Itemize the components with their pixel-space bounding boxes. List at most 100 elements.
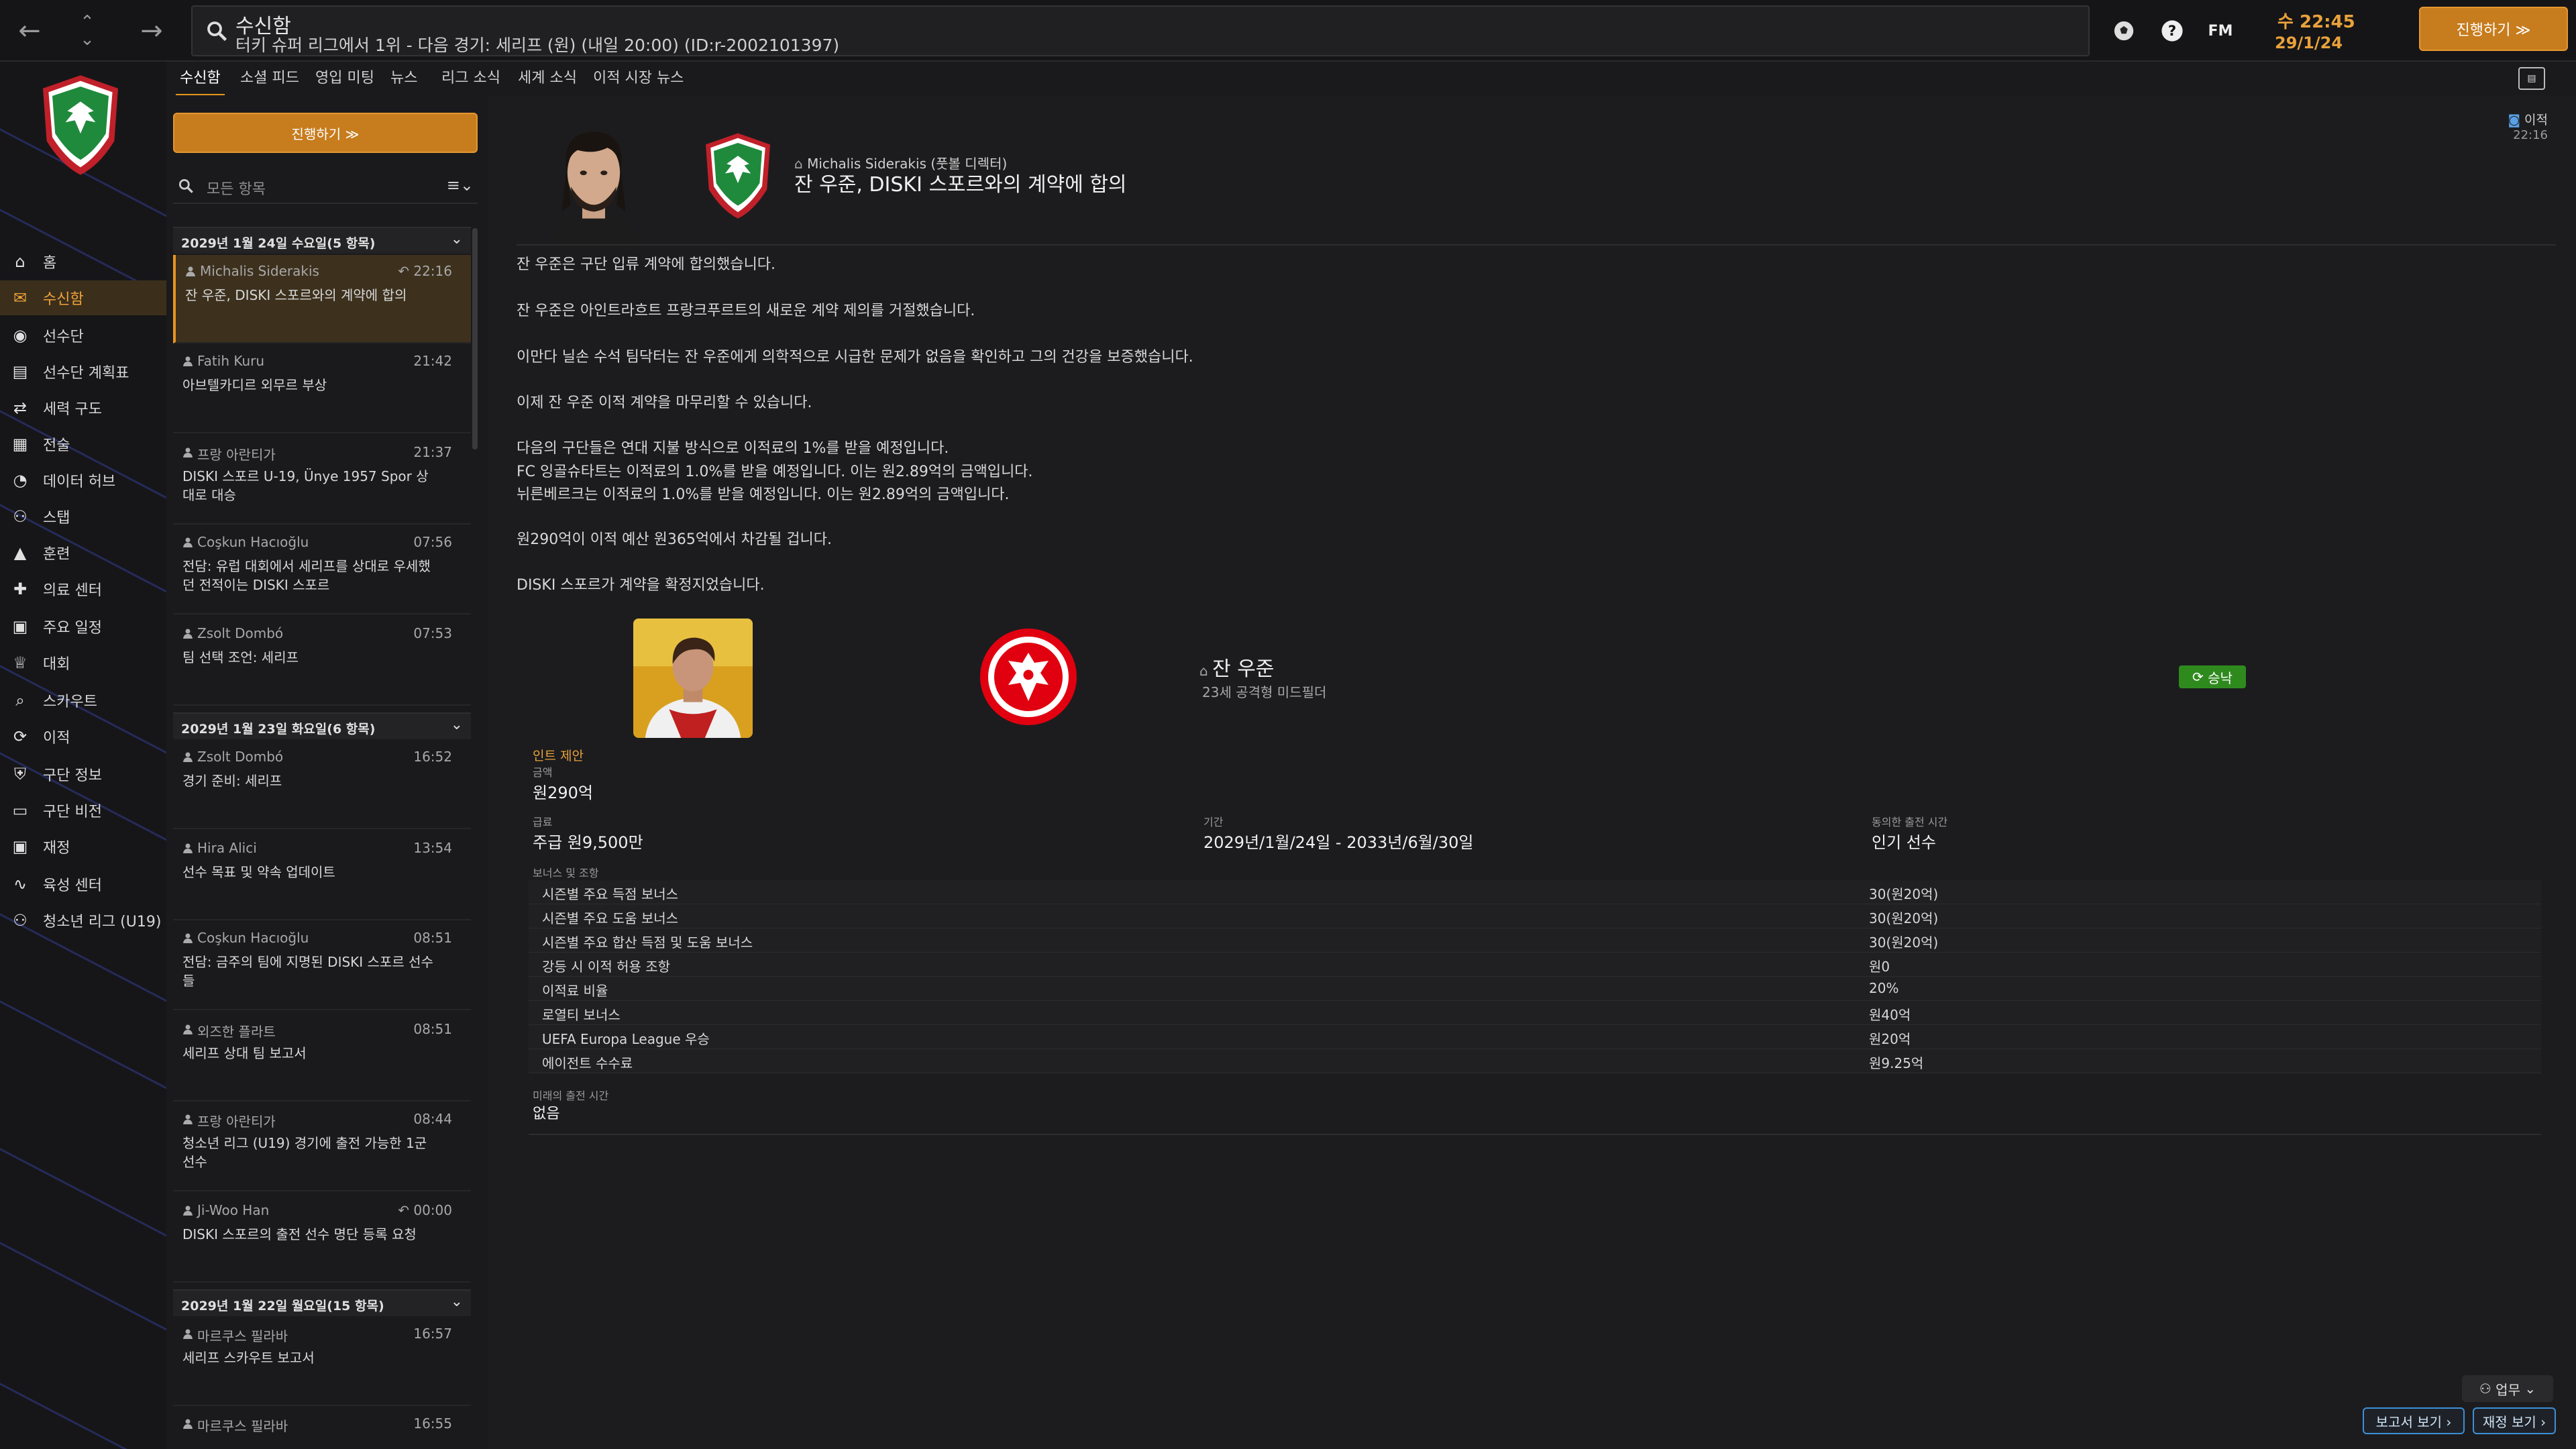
sidebar-item-staff[interactable]: ⚇ 스탭 <box>0 499 166 534</box>
calendar-icon: ▣ <box>12 617 28 636</box>
sidebar-item-label: 의료 센터 <box>43 582 102 599</box>
inbox-message-item[interactable]: Hira Alici 13:54 선수 목표 및 약속 업데이트 <box>173 832 471 920</box>
date-group-header[interactable]: 2029년 1월 22일 월요일(15 항목) ⌄ <box>173 1289 471 1316</box>
sidebar-item-home[interactable]: ⌂ 홈 <box>0 244 166 279</box>
message-sender: Hira Alici <box>197 840 257 856</box>
breadcrumb-search[interactable]: 수신함 터키 슈퍼 리그에서 1위 - 다음 경기: 세리프 (원) (내일 2… <box>191 5 2090 56</box>
history-dropdown-icon[interactable]: ⌃ ⌄ <box>67 0 107 62</box>
inbox-message-item[interactable]: 외즈한 플라트 08:51 세리프 상대 팀 보고서 <box>173 1013 471 1102</box>
club-crest-small-logo <box>706 133 770 219</box>
sidebar-item-club-vision[interactable]: ▭ 구단 비전 <box>0 793 166 828</box>
bonus-section-label: 보너스 및 조항 <box>533 867 599 879</box>
message-subject: 경기 준비: 세리프 <box>182 773 282 789</box>
inbox-message-item[interactable]: Zsolt Dombó 16:52 경기 준비: 세리프 <box>173 741 471 829</box>
player-name[interactable]: ⌂ 잔 우준 <box>1199 652 1274 682</box>
divider <box>517 244 2556 246</box>
category-label: 이적 <box>2524 113 2548 127</box>
tab-world-news[interactable]: 세계 소식 <box>518 66 577 93</box>
ball-icon[interactable] <box>2108 15 2140 47</box>
tab-news[interactable]: 뉴스 <box>390 66 417 93</box>
tab-inbox[interactable]: 수신함 <box>176 66 225 97</box>
date-group-header[interactable]: 2029년 1월 23일 화요일(6 항목) ⌄ <box>173 712 471 739</box>
bonus-value: 30(원20억) <box>1869 886 1939 902</box>
refresh-icon: ⟳ <box>2192 669 2208 685</box>
view-report-button[interactable]: 보고서 보기 › <box>2363 1407 2465 1434</box>
sidebar-item-tactics[interactable]: ▦ 전술 <box>0 427 166 462</box>
filter-menu-icon[interactable]: ≡⌄ <box>447 176 474 195</box>
inbox-message-item[interactable]: Zsolt Dombó 07:53 팀 선택 조언: 세리프 <box>173 617 471 706</box>
continue-button[interactable]: 진행하기 ≫ <box>2419 7 2568 51</box>
sidebar-item-squad-planner[interactable]: ▤ 선수단 계획표 <box>0 354 166 389</box>
message-sender: 외즈한 플라트 <box>197 1024 276 1040</box>
inbox-message-item[interactable]: 프랑 아란티가 08:44 청소년 리그 (U19) 경기에 출전 가능한 1군 선… <box>173 1103 471 1191</box>
staff-icon: ⚇ <box>13 507 28 526</box>
sidebar-item-label: 구단 정보 <box>43 767 102 784</box>
forward-icon[interactable]: → <box>131 0 172 62</box>
sidebar-item-u19-league[interactable]: ⚇ 청소년 리그 (U19) <box>0 903 166 938</box>
bonus-value: 원9.25억 <box>1869 1055 1924 1071</box>
inbox-message-item[interactable]: Ji-Woo Han ↶ 00:00 DISKI 스포르의 출전 선수 명단 등록 … <box>173 1194 471 1283</box>
fm-menu-button[interactable]: FM <box>2204 15 2237 47</box>
message-sender: Zsolt Dombó <box>197 625 284 641</box>
sidebar-item-label: 대회 <box>43 656 70 673</box>
bonus-label: 로열티 보너스 <box>542 1007 621 1023</box>
sidebar-item-medical-centre[interactable]: ✚ 의료 센터 <box>0 572 166 606</box>
trophy-icon: ♕ <box>13 653 28 672</box>
player-photo[interactable] <box>633 619 753 738</box>
game-clock[interactable]: 수 22:45 29/1/24 <box>2271 7 2378 56</box>
sidebar: ⌂ 홈 ✉ 수신함 ◉ 선수단 ▤ 선수단 계획표 ⇄ 세력 구도 ▦ 전술 ◔ 데이터 허브 ⚇ 스탭 ▲ 훈련… <box>0 62 166 1449</box>
sidebar-item-schedule[interactable]: ▣ 주요 일정 <box>0 609 166 644</box>
list-scrollbar[interactable] <box>472 228 478 449</box>
sidebar-item-label: 세력 구도 <box>43 401 102 418</box>
wage-label: 급료 <box>533 816 553 828</box>
date-group-header[interactable]: 2029년 1월 24일 수요일(5 항목) ⌄ <box>173 227 471 254</box>
chevron-down-icon[interactable]: ⌄ <box>451 1293 463 1310</box>
club-crest-logo[interactable] <box>34 67 127 181</box>
body-paragraph: 뉘른베르크는 이적료의 1.0%를 받을 예정입니다. 이는 원2.89억의 금… <box>517 486 1010 503</box>
inbox-message-item[interactable]: Fatih Kuru 21:42 아브텔카디르 외무르 부상 <box>173 345 471 433</box>
sidebar-item-inbox[interactable]: ✉ 수신함 <box>0 280 166 315</box>
tab-recruitment-meeting[interactable]: 영입 미팅 <box>315 66 374 93</box>
body-paragraph: 다음의 구단들은 연대 지불 방식으로 이적료의 1%를 받을 예정입니다. <box>517 440 949 457</box>
body-paragraph: 잔 우준은 아인트라흐트 프랑크푸르트의 새로운 계약 제의를 거절했습니다. <box>517 303 975 319</box>
sidebar-item-dev-centre[interactable]: ∿ 육성 센터 <box>0 867 166 902</box>
inbox-continue-button[interactable]: 진행하기 ≫ <box>173 113 478 153</box>
sidebar-item-club-info[interactable]: ⛨ 구단 정보 <box>0 757 166 792</box>
inbox-message-item[interactable]: 마르쿠스 필라바 16:57 세리프 스카우트 보고서 <box>173 1318 471 1406</box>
inbox-message-item[interactable]: Coşkun Hacıoğlu 07:56 전담: 유럽 대회에서 세리프를 상대로… <box>173 526 471 614</box>
inbox-message-item[interactable]: 마르쿠스 필라바 16:55 <box>173 1407 471 1449</box>
inbox-message-item[interactable]: Michalis Siderakis ↶ 22:16 잔 우준, DISKI 스포르… <box>173 255 471 343</box>
inbox-filter[interactable]: 모든 항목 ≡⌄ <box>173 168 478 204</box>
inbox-message-item[interactable]: 프랑 아란티가 21:37 DISKI 스포르 U-19, Ünye 1957 Sp… <box>173 436 471 525</box>
chevron-down-icon[interactable]: ⌄ <box>451 231 463 248</box>
squad-icon: ◉ <box>13 326 28 345</box>
vision-icon: ▭ <box>12 801 28 820</box>
sidebar-item-transfers[interactable]: ⟳ 이적 <box>0 719 166 754</box>
inbox-message-item[interactable]: Coşkun Hacıoğlu 08:51 전담: 금주의 팀에 지명된 DISKI… <box>173 922 471 1010</box>
back-icon[interactable]: ← <box>9 0 50 62</box>
chevron-down-icon[interactable]: ⌄ <box>451 716 463 733</box>
sidebar-item-finances[interactable]: ▣ 재정 <box>0 829 166 864</box>
help-icon[interactable]: ? <box>2156 15 2188 47</box>
eintracht-frankfurt-badge[interactable] <box>978 627 1079 727</box>
bonus-row: 시즌별 주요 합산 득점 및 도움 보너스 30(원20억) <box>529 928 2541 953</box>
task-button[interactable]: ⚇ 업무 ⌄ <box>2462 1375 2553 1402</box>
tab-social-feed[interactable]: 소셜 피드 <box>240 66 299 93</box>
sidebar-item-squad[interactable]: ◉ 선수단 <box>0 318 166 353</box>
tab-league-news[interactable]: 리그 소식 <box>441 66 500 93</box>
view-finance-button[interactable]: 재정 보기 › <box>2473 1407 2556 1434</box>
sidebar-item-competitions[interactable]: ♕ 대회 <box>0 645 166 680</box>
bonus-row: UEFA Europa League 우승 원20억 <box>529 1025 2541 1049</box>
sidebar-item-label: 선수단 <box>43 329 84 345</box>
screen-layout-icon[interactable]: ▤ <box>2518 67 2545 90</box>
sidebar-item-dynamics[interactable]: ⇄ 세력 구도 <box>0 390 166 425</box>
tab-transfer-news[interactable]: 이적 시장 뉴스 <box>593 66 684 93</box>
reply-icon: ↶ <box>398 263 414 279</box>
message-category-tag: ◙ 이적 22:16 <box>2508 110 2548 142</box>
sidebar-item-data-hub[interactable]: ◔ 데이터 허브 <box>0 463 166 498</box>
sidebar-item-scouting[interactable]: ⌕ 스카우트 <box>0 683 166 718</box>
bonus-label: 에이전트 수수료 <box>542 1055 633 1071</box>
sidebar-item-label: 홈 <box>43 255 57 272</box>
sidebar-item-training[interactable]: ▲ 훈련 <box>0 535 166 570</box>
clause-section-title: 인트 제안 <box>533 749 584 763</box>
